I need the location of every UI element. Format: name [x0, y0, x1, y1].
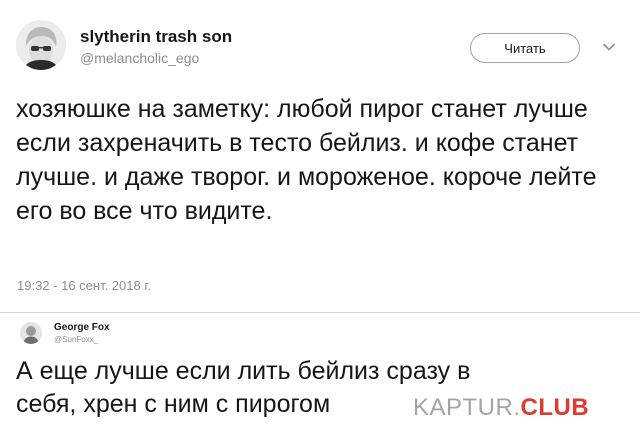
- divider: [0, 312, 640, 313]
- watermark-prefix: KAPTUR.: [413, 394, 521, 421]
- watermark: KAPTUR.CLUB: [413, 394, 589, 422]
- reply-author-name[interactable]: George Fox: [54, 322, 110, 333]
- tweet: slytherin trash son @melancholic_ego Чит…: [0, 0, 640, 312]
- watermark-suffix: CLUB: [520, 394, 590, 421]
- author-name[interactable]: slytherin trash son: [80, 27, 232, 47]
- avatar-icon: [20, 322, 42, 344]
- reply-avatar[interactable]: [20, 322, 42, 344]
- reply-author-handle[interactable]: @SunFoxx_: [54, 335, 98, 344]
- author-avatar[interactable]: [16, 20, 66, 70]
- chevron-down-icon[interactable]: [602, 40, 616, 54]
- author-handle[interactable]: @melancholic_ego: [80, 50, 199, 66]
- avatar-icon: [16, 20, 66, 70]
- tweet-text: хозяюшке на заметку: любой пирог станет …: [16, 95, 597, 225]
- follow-button[interactable]: Читать: [470, 33, 580, 63]
- tweet-timestamp[interactable]: 19:32 - 16 сент. 2018 г.: [17, 278, 151, 293]
